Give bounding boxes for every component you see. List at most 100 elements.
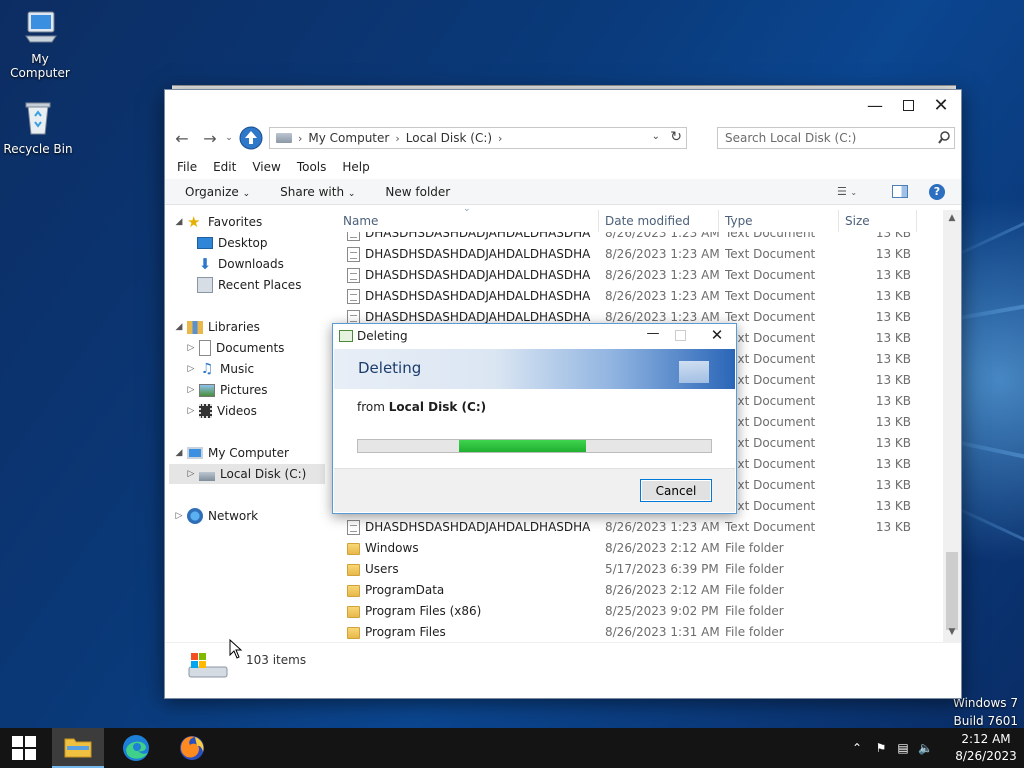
menu-edit[interactable]: Edit (213, 160, 236, 174)
share-with-button[interactable]: Share with ⌄ (280, 185, 355, 199)
file-row[interactable]: DHASDHSDASHDADJAHDALDHASDHAS... 8/26/2023… (337, 232, 943, 244)
start-button[interactable] (0, 728, 48, 768)
collapse-arrow-icon[interactable]: ▷ (173, 511, 185, 521)
file-size (845, 538, 911, 559)
folder-row[interactable]: Users 5/17/2023 6:39 PM File folder (337, 559, 943, 580)
file-row[interactable]: DHASDHSDASHDADJAHDALDHASDHAS... 8/26/2023… (337, 517, 943, 538)
nav-desktop[interactable]: Desktop (197, 233, 268, 253)
address-dropdown-icon[interactable]: ⌄ (652, 131, 660, 142)
scroll-down-icon[interactable]: ▼ (943, 624, 961, 640)
maximize-icon (902, 99, 914, 111)
column-header-size[interactable]: Size (839, 210, 917, 232)
taskbar-edge-browser[interactable] (110, 728, 162, 768)
breadcrumb-separator-icon: › (395, 131, 400, 145)
taskbar-file-explorer[interactable] (52, 728, 104, 768)
file-date-modified: 8/26/2023 2:12 AM (605, 583, 720, 597)
file-row[interactable]: DHASDHSDASHDADJAHDALDHASDHAS... 8/26/2023… (337, 244, 943, 265)
preview-pane-icon[interactable] (892, 185, 908, 198)
collapse-arrow-icon[interactable]: ▷ (185, 406, 197, 416)
file-row[interactable]: DHASDHSDASHDADJAHDALDHASDHAS... 8/26/2023… (337, 265, 943, 286)
file-size: 13 KB (875, 373, 911, 387)
breadcrumb-my-computer[interactable]: My Computer (308, 131, 389, 145)
nav-documents[interactable]: ▷ Documents (185, 338, 284, 358)
menu-view[interactable]: View (252, 160, 280, 174)
chevron-down-icon: ⌄ (347, 188, 356, 199)
nav-local-disk[interactable]: ▷ Local Disk (C:) (169, 464, 325, 484)
nav-recent-places[interactable]: Recent Places (197, 275, 301, 295)
back-button[interactable]: ← (171, 126, 193, 150)
dialog-close-button[interactable]: ✕ (705, 326, 729, 346)
from-location: Local Disk (C:) (388, 400, 487, 414)
desktop-icon-label: Recycle Bin (3, 142, 73, 156)
file-type: Text Document (725, 331, 816, 345)
file-name: Program Files (365, 625, 446, 639)
collapse-arrow-icon[interactable]: ▷ (185, 364, 197, 374)
forward-button[interactable]: → (199, 126, 221, 150)
nav-label: Downloads (218, 257, 284, 271)
clock-time: 2:12 AM (961, 732, 1011, 746)
address-bar[interactable]: › My Computer › Local Disk (C:) › ⌄ ↻ (269, 127, 687, 149)
close-button[interactable]: ✕ (925, 92, 957, 118)
file-size: 13 KB (875, 331, 911, 345)
nav-label: Pictures (220, 383, 268, 397)
nav-label: Music (220, 362, 255, 376)
vertical-scrollbar[interactable]: ▲ ▼ (943, 210, 961, 642)
up-button[interactable] (238, 126, 264, 150)
nav-downloads[interactable]: ⬇ Downloads (197, 254, 284, 274)
new-folder-button[interactable]: New folder (385, 185, 450, 199)
collapse-arrow-icon[interactable]: ▷ (185, 385, 197, 395)
refresh-icon[interactable]: ↻ (670, 129, 682, 145)
view-options-icon[interactable]: ☰ ⌄ (837, 185, 863, 199)
maximize-button[interactable] (892, 92, 924, 118)
nav-favorites[interactable]: ◢ ★ Favorites (173, 212, 263, 232)
scroll-up-icon[interactable]: ▲ (943, 210, 961, 226)
navigation-pane: ◢ ★ Favorites Desktop ⬇ Downloads Recent… (165, 212, 337, 642)
recent-pages-button[interactable]: ⌄ (223, 126, 235, 150)
nav-music[interactable]: ▷ ♫ Music (185, 359, 255, 379)
file-size (845, 622, 911, 642)
file-type: File folder (725, 562, 784, 576)
folder-row[interactable]: Windows 8/26/2023 2:12 AM File folder (337, 538, 943, 559)
show-hidden-icons-icon[interactable]: ⌃ (850, 741, 864, 755)
file-type: File folder (725, 583, 784, 597)
taskbar-firefox-browser[interactable] (166, 728, 218, 768)
menu-help[interactable]: Help (342, 160, 369, 174)
volume-muted-icon[interactable]: 🔈 (918, 741, 933, 755)
cancel-button[interactable]: Cancel (640, 479, 712, 502)
recent-places-icon (197, 277, 213, 293)
nav-pictures[interactable]: ▷ Pictures (185, 380, 268, 400)
desktop-icon-my-computer[interactable]: My Computer (0, 8, 80, 80)
file-type: File folder (725, 625, 784, 639)
progress-fill (459, 440, 586, 452)
folder-row[interactable]: Program Files (x86) 8/25/2023 9:02 PM File… (337, 601, 943, 622)
nav-libraries[interactable]: ◢ Libraries (173, 317, 260, 337)
minimize-button[interactable]: — (859, 92, 891, 118)
folder-row[interactable]: Program Files 8/26/2023 1:31 AM File folde… (337, 622, 943, 642)
menu-tools[interactable]: Tools (297, 160, 327, 174)
folder-row[interactable]: ProgramData 8/26/2023 2:12 AM File folder (337, 580, 943, 601)
column-header-name[interactable]: Name (337, 210, 599, 232)
search-input[interactable]: Search Local Disk (C:) (717, 127, 955, 149)
nav-videos[interactable]: ▷ Videos (185, 401, 257, 421)
file-row[interactable]: DHASDHSDASHDADJAHDALDHASDHAS... 8/26/2023… (337, 286, 943, 307)
desktop-icon-recycle-bin[interactable]: Recycle Bin (0, 98, 78, 156)
breadcrumb-local-disk[interactable]: Local Disk (C:) (406, 131, 492, 145)
nav-network[interactable]: ▷ Network (173, 506, 258, 526)
action-center-flag-icon[interactable]: ⚑ (874, 741, 888, 755)
search-placeholder: Search Local Disk (C:) (725, 131, 857, 145)
organize-button[interactable]: Organize ⌄ (185, 185, 250, 199)
expand-arrow-icon[interactable]: ◢ (173, 322, 185, 332)
dialog-minimize-button[interactable]: — (641, 326, 665, 346)
expand-arrow-icon[interactable]: ◢ (173, 217, 185, 227)
column-header-type[interactable]: Type (719, 210, 839, 232)
nav-my-computer[interactable]: ◢ My Computer (173, 443, 289, 463)
expand-arrow-icon[interactable]: ◢ (173, 448, 185, 458)
menu-file[interactable]: File (177, 160, 197, 174)
collapse-arrow-icon[interactable]: ▷ (185, 469, 197, 479)
collapse-arrow-icon[interactable]: ▷ (185, 343, 197, 353)
clock[interactable]: 2:12 AM 8/26/2023 (952, 731, 1020, 765)
help-icon[interactable]: ? (929, 184, 945, 200)
column-header-date[interactable]: Date modified (599, 210, 719, 232)
network-icon[interactable]: ▤ (896, 741, 910, 755)
scrollbar-thumb[interactable] (946, 552, 958, 630)
